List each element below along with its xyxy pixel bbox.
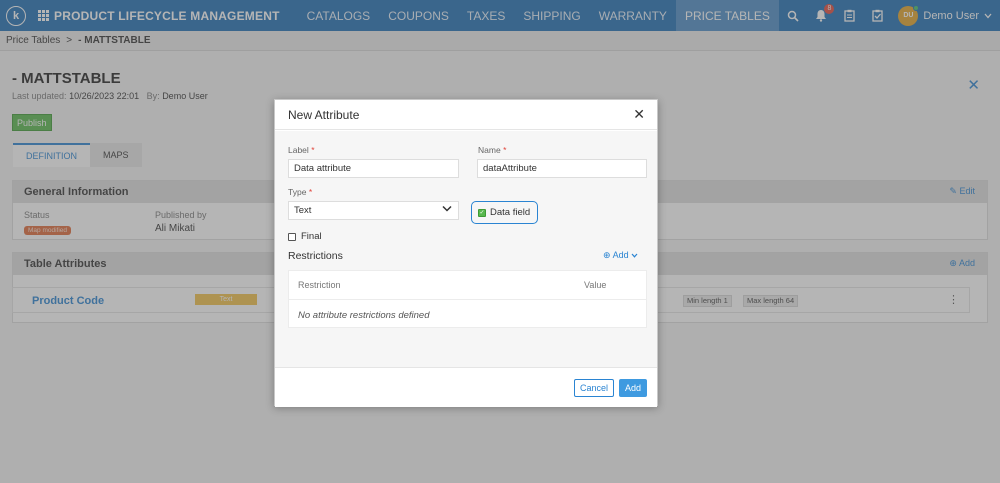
plus-circle-icon: ⊕ <box>603 250 611 260</box>
dialog-footer: Cancel Add <box>275 367 657 407</box>
checkbox-checked-icon: ✓ <box>478 208 486 217</box>
add-button[interactable]: Add <box>619 379 648 397</box>
dialog-title: New Attribute <box>288 107 360 122</box>
column-header-value: Value <box>584 280 607 290</box>
type-select[interactable]: Text <box>288 201 459 220</box>
label-field-label: Label * <box>288 145 315 155</box>
close-icon[interactable]: ✕ <box>633 106 645 123</box>
column-header-restriction: Restriction <box>298 280 341 290</box>
divider <box>289 299 646 300</box>
name-input[interactable]: dataAttribute <box>477 159 647 178</box>
add-restriction-button[interactable]: ⊕ Add <box>603 250 638 261</box>
name-field-label: Name * <box>478 145 507 155</box>
final-checkbox[interactable]: Final <box>288 231 322 242</box>
data-field-checkbox[interactable]: ✓ Data field <box>471 201 538 224</box>
type-field-label: Type * <box>288 187 313 197</box>
new-attribute-dialog: New Attribute ✕ Label * Data attribute N… <box>274 99 658 407</box>
chevron-down-icon <box>631 250 638 260</box>
restrictions-table: Restriction Value No attribute restricti… <box>288 270 647 328</box>
chevron-down-icon <box>442 204 452 215</box>
empty-state-text: No attribute restrictions defined <box>298 310 430 321</box>
restrictions-title: Restrictions <box>288 250 343 262</box>
checkbox-icon <box>288 232 296 241</box>
label-input[interactable]: Data attribute <box>288 159 459 178</box>
cancel-button[interactable]: Cancel <box>574 379 615 397</box>
dialog-header: New Attribute ✕ <box>275 100 657 130</box>
